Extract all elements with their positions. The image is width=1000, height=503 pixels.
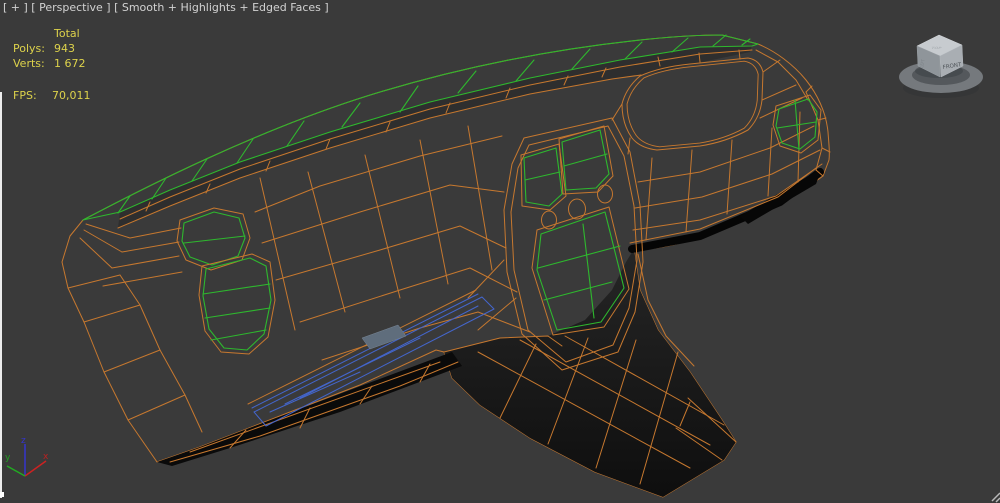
viewport[interactable]: FRONT TOP LEFT z x y [ + ] [ Perspective… [0, 0, 1000, 503]
dashboard-model[interactable] [62, 35, 830, 497]
knob-middle [569, 199, 586, 219]
axis-y [7, 466, 25, 476]
cube-top-label: TOP [930, 46, 943, 50]
axis-x-label: x [43, 452, 49, 462]
viewport-canvas[interactable]: FRONT TOP LEFT z x y [0, 0, 1000, 503]
view-cube[interactable]: FRONT TOP LEFT [899, 35, 983, 98]
axis-x [25, 461, 46, 476]
left-edge-divider [0, 92, 2, 498]
undercut-shadow2 [740, 168, 822, 224]
left-edge-marker [0, 492, 4, 497]
axis-z-label: z [21, 436, 26, 446]
corner-grip[interactable] [992, 493, 1000, 502]
slot-latch [362, 325, 406, 349]
knob-right [598, 185, 613, 203]
side-vent-right [773, 95, 821, 153]
axis-gizmo: z x y [5, 436, 49, 476]
axis-y-label: y [5, 453, 11, 463]
left-vents [177, 208, 275, 354]
